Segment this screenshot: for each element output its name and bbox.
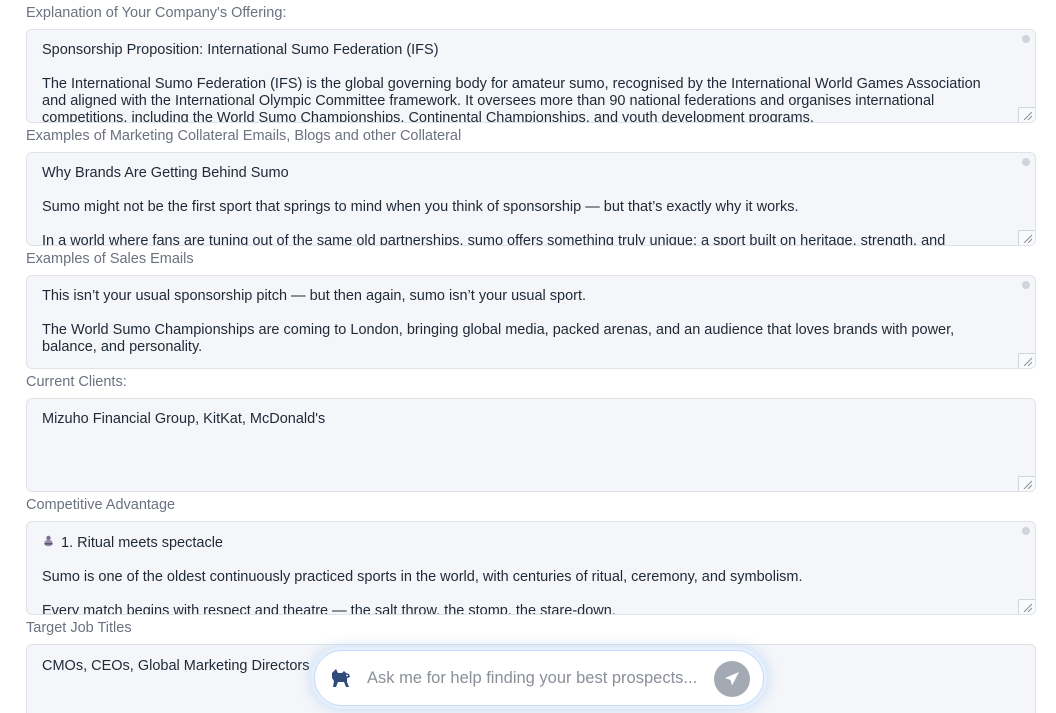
current-clients-label: Current Clients: [26,374,127,390]
marketing-collateral-label: Examples of Marketing Collateral Emails,… [26,128,462,144]
current-clients-field: Current Clients: Mizuho Financial Group,… [26,372,1036,492]
company-offering-textarea[interactable]: Sponsorship Proposition: International S… [26,29,1036,123]
sales-emails-paragraph: The World Sumo Championships are coming … [42,322,955,355]
competitive-advantage-field: Competitive Advantage 1. Ritual meets sp… [26,495,1036,615]
resize-handle[interactable] [1018,476,1035,491]
marketing-collateral-text: Why Brands Are Getting Behind Sumo Sumo … [42,165,995,246]
marketing-collateral-paragraph: Sumo might not be the first sport that s… [42,199,799,215]
resize-handle[interactable] [1018,230,1035,245]
competitive-advantage-paragraph: Every match begins with respect and thea… [42,603,616,615]
competitive-advantage-paragraph: Sumo is one of the oldest continuously p… [42,569,803,585]
resize-handle[interactable] [1018,599,1035,614]
company-offering-label: Explanation of Your Company's Offering: [26,5,287,21]
scrollbar-thumb[interactable] [1022,158,1030,166]
current-clients-textarea[interactable]: Mizuho Financial Group, KitKat, McDonald… [26,398,1036,492]
dog-icon [329,667,353,689]
competitive-advantage-heading-text: 1. Ritual meets spectacle [61,535,223,551]
marketing-collateral-field: Examples of Marketing Collateral Emails,… [26,126,1036,246]
send-button[interactable] [714,661,750,697]
competitive-advantage-text: 1. Ritual meets spectacle Sumo is one of… [42,535,995,615]
company-offering-paragraph: Sponsorship Proposition: International S… [42,42,439,58]
resize-handle[interactable] [1018,107,1035,122]
competitive-advantage-heading: 1. Ritual meets spectacle [42,535,995,552]
scrollbar-thumb[interactable] [1022,281,1030,289]
competitive-advantage-textarea[interactable]: 1. Ritual meets spectacle Sumo is one of… [26,521,1036,615]
marketing-collateral-textarea[interactable]: Why Brands Are Getting Behind Sumo Sumo … [26,152,1036,246]
competitive-advantage-label: Competitive Advantage [26,497,176,513]
prospect-search-input[interactable] [367,666,697,690]
scrollbar-thumb[interactable] [1022,35,1030,43]
sales-emails-textarea[interactable]: This isn’t your usual sponsorship pitch … [26,275,1036,369]
target-job-titles-label: Target Job Titles [26,620,132,636]
current-clients-text: Mizuho Financial Group, KitKat, McDonald… [42,411,995,428]
resize-handle[interactable] [1018,353,1035,368]
page: Explanation of Your Company's Offering: … [0,0,1056,713]
sumo-wrestler-icon [42,535,55,548]
company-offering-field: Explanation of Your Company's Offering: … [26,3,1036,123]
sales-emails-text: This isn’t your usual sponsorship pitch … [42,288,995,356]
sales-emails-field: Examples of Sales Emails This isn’t your… [26,249,1036,369]
sales-emails-label: Examples of Sales Emails [26,251,194,267]
send-icon [725,672,739,686]
scrollbar-thumb[interactable] [1022,527,1030,535]
marketing-collateral-paragraph: Why Brands Are Getting Behind Sumo [42,165,289,181]
company-offering-text: Sponsorship Proposition: International S… [42,42,995,123]
current-clients-paragraph: Mizuho Financial Group, KitKat, McDonald… [42,411,326,427]
sales-emails-paragraph: This isn’t your usual sponsorship pitch … [42,288,587,304]
prospect-chat-bar[interactable] [314,650,764,706]
marketing-collateral-paragraph: In a world where fans are tuning out of … [42,233,946,246]
company-offering-paragraph: The International Sumo Federation (IFS) … [42,76,981,123]
